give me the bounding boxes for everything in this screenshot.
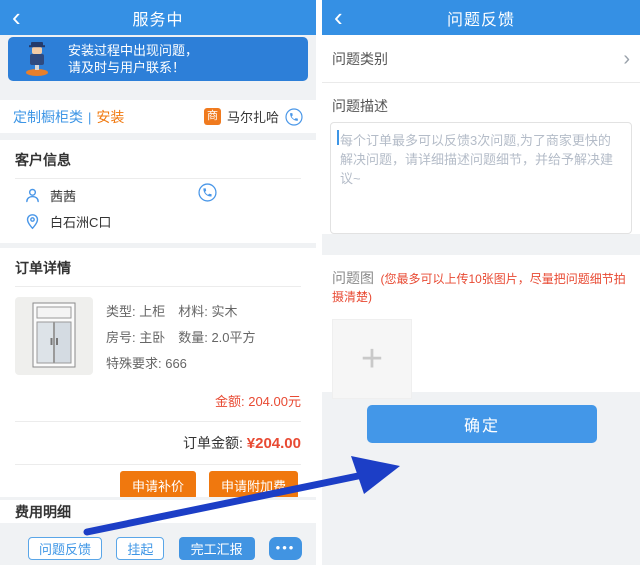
screen-service: ‹ 服务中 安装过程中出现问题， 请及时与用户联系！ 定制橱柜类 | 安装 商: [0, 0, 316, 565]
navbar-feedback: ‹ 问题反馈: [322, 0, 640, 35]
divider: [15, 178, 301, 179]
customer-info-card: 客户信息 茜茜: [0, 140, 316, 243]
customer-address-row: 白石洲C口: [24, 212, 316, 231]
bottom-action-bar: 问题反馈 挂起 完工汇报 •••: [0, 535, 316, 561]
request-markup-button[interactable]: 申请补价: [120, 471, 196, 497]
back-icon[interactable]: ‹: [334, 1, 343, 33]
problem-photos-label: 问题图: [332, 270, 374, 286]
customer-address: 白石洲C口: [50, 212, 111, 231]
order-total-row: 订单金额: ¥204.00: [0, 422, 316, 464]
order-section-title: 订单详情: [0, 248, 316, 286]
request-surcharge-button[interactable]: 申请附加费: [209, 471, 298, 497]
problem-photos-card: 问题图 (您最多可以上传10张图片，尽量把问题细节拍摄清楚) +: [322, 255, 640, 392]
problem-category-label: 问题类别: [332, 49, 388, 69]
problem-category-row[interactable]: 问题类别 ›: [322, 35, 640, 83]
product-image: [15, 297, 93, 375]
notice-text: 安装过程中出现问题， 请及时与用户联系！: [68, 42, 198, 76]
spec-line: 类型: 上柜 材料: 实木: [106, 299, 256, 325]
plus-icon: +: [361, 340, 383, 378]
photo-upload-hint: (您最多可以上传10张图片，尽量把问题细节拍摄清楚): [332, 272, 626, 304]
back-icon[interactable]: ‹: [12, 1, 21, 33]
order-detail-card: 订单详情 类型: 上柜 材料: 实木 房号: 主卧 数量: 2.0平方 特殊要求…: [0, 248, 316, 497]
text-cursor: [337, 130, 339, 145]
page-title: 问题反馈: [447, 6, 515, 30]
fee-detail-card: 费用明细: [0, 500, 316, 523]
phone-icon[interactable]: [285, 108, 303, 126]
navbar-service: ‹ 服务中: [0, 0, 316, 35]
worker-mascot-icon: [24, 41, 50, 77]
feedback-button[interactable]: 问题反馈: [28, 537, 102, 560]
confirm-button[interactable]: 确定: [367, 405, 597, 443]
product-specs: 类型: 上柜 材料: 实木 房号: 主卧 数量: 2.0平方 特殊要求: 666: [106, 297, 256, 377]
completion-report-button[interactable]: 完工汇报: [179, 537, 255, 560]
fee-section-title: 费用明细: [0, 502, 71, 522]
category-divider: |: [88, 110, 91, 125]
chevron-right-icon: ›: [623, 50, 630, 68]
merchant-name: 马尔扎哈: [227, 107, 279, 126]
spec-line: 房号: 主卧 数量: 2.0平方: [106, 325, 256, 351]
page-title: 服务中: [132, 6, 183, 30]
phone-icon[interactable]: [198, 183, 217, 202]
order-type-row: 定制橱柜类 | 安装 商 马尔扎哈: [0, 100, 316, 133]
order-category: 定制橱柜类: [13, 109, 83, 125]
more-actions-button[interactable]: •••: [269, 537, 302, 560]
notice-banner: 安装过程中出现问题， 请及时与用户联系！: [8, 37, 308, 81]
person-icon: [24, 187, 41, 204]
annotated-screenshot: ‹ 服务中 安装过程中出现问题， 请及时与用户联系！ 定制橱柜类 | 安装 商: [0, 0, 640, 565]
customer-name: 茜茜: [50, 186, 76, 205]
merchant-badge: 商: [204, 108, 221, 125]
customer-section-title: 客户信息: [0, 140, 316, 178]
hold-button[interactable]: 挂起: [116, 537, 164, 560]
customer-name-row: 茜茜: [24, 186, 316, 205]
problem-description-label: 问题描述: [322, 83, 640, 122]
product-row: 类型: 上柜 材料: 实木 房号: 主卧 数量: 2.0平方 特殊要求: 666: [0, 287, 316, 377]
spec-line: 特殊要求: 666: [106, 351, 256, 377]
screen-feedback: ‹ 问题反馈 问题类别 › 问题描述 问题图 (您最多可以上传10张图片，尽量把…: [322, 0, 640, 565]
order-total-label: 订单金额:: [183, 435, 247, 451]
service-type: 安装: [96, 109, 124, 125]
item-amount: 金额: 204.00元: [0, 377, 316, 421]
feedback-form-card: 问题类别 › 问题描述: [322, 35, 640, 234]
order-total-value: ¥204.00: [247, 435, 301, 452]
location-pin-icon: [24, 213, 41, 230]
add-photo-button[interactable]: +: [332, 319, 412, 399]
problem-description-input[interactable]: [330, 122, 632, 234]
